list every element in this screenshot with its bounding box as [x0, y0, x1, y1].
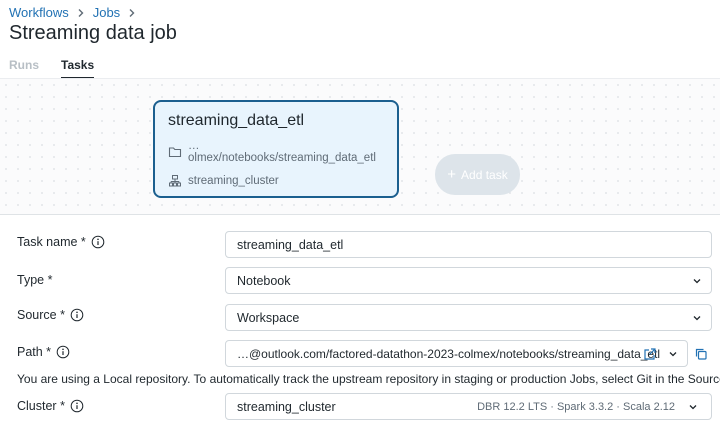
task-card-path: …olmex/notebooks/streaming_data_etl — [188, 140, 376, 164]
page-header: Workflows Jobs Streaming data job Runs T… — [0, 0, 720, 79]
task-name-label: Task name * — [17, 235, 105, 249]
external-link-icon[interactable] — [643, 347, 657, 361]
info-icon[interactable] — [70, 399, 84, 413]
source-label-text: Source * — [17, 308, 65, 322]
source-select[interactable]: Workspace — [225, 304, 712, 331]
breadcrumb-jobs[interactable]: Jobs — [93, 5, 120, 20]
task-name-input[interactable]: streaming_data_etl — [225, 231, 712, 258]
path-label-text: Path * — [17, 345, 52, 359]
task-card[interactable]: streaming_data_etl …olmex/notebooks/stre… — [153, 100, 399, 198]
task-card-path-row: …olmex/notebooks/streaming_data_etl — [168, 140, 384, 164]
copy-icon[interactable] — [694, 347, 708, 361]
breadcrumb: Workflows Jobs — [9, 5, 144, 20]
cluster-icon — [168, 174, 182, 188]
task-card-cluster-row: streaming_cluster — [168, 174, 384, 188]
type-label: Type * — [17, 273, 52, 287]
task-card-title: streaming_data_etl — [168, 112, 305, 129]
tab-tasks[interactable]: Tasks — [61, 58, 95, 79]
cluster-value: streaming_cluster — [237, 399, 336, 414]
chevron-right-icon — [125, 6, 139, 20]
chevron-down-icon — [691, 312, 703, 324]
task-form: Task name * streaming_data_etl Type * No… — [0, 216, 720, 426]
chevron-down-icon — [687, 401, 699, 413]
cluster-label: Cluster * — [17, 399, 84, 413]
tab-bar: Runs Tasks — [9, 58, 95, 79]
chevron-down-icon — [667, 348, 679, 360]
type-label-text: Type * — [17, 273, 53, 287]
path-select[interactable]: …@outlook.com/factored-datathon-2023-col… — [225, 340, 688, 367]
info-icon[interactable] — [91, 235, 105, 249]
cluster-select[interactable]: streaming_cluster DBR 12.2 LTS · Spark 3… — [225, 393, 712, 420]
info-icon[interactable] — [70, 308, 84, 322]
folder-icon — [168, 145, 182, 159]
tab-runs[interactable]: Runs — [9, 58, 39, 79]
local-repo-hint: You are using a Local repository. To aut… — [17, 372, 720, 386]
type-select[interactable]: Notebook — [225, 267, 712, 294]
add-task-button[interactable]: + Add task — [435, 154, 520, 195]
chevron-right-icon — [74, 6, 88, 20]
path-label: Path * — [17, 345, 70, 359]
type-value: Notebook — [237, 273, 291, 288]
task-dag-canvas[interactable]: streaming_data_etl …olmex/notebooks/stre… — [0, 78, 720, 215]
path-value: …@outlook.com/factored-datathon-2023-col… — [237, 346, 661, 361]
task-card-cluster: streaming_cluster — [188, 175, 279, 187]
cluster-label-text: Cluster * — [17, 399, 65, 413]
add-task-label: Add task — [461, 167, 508, 182]
breadcrumb-workflows[interactable]: Workflows — [9, 5, 69, 20]
chevron-down-icon — [691, 275, 703, 287]
source-value: Workspace — [237, 310, 300, 325]
task-name-value: streaming_data_etl — [237, 237, 344, 252]
source-label: Source * — [17, 308, 84, 322]
task-name-label-text: Task name * — [17, 235, 86, 249]
cluster-details: DBR 12.2 LTS · Spark 3.3.2 · Scala 2.12 — [477, 401, 675, 413]
info-icon[interactable] — [56, 345, 70, 359]
plus-icon: + — [447, 166, 457, 183]
page-title: Streaming data job — [9, 22, 177, 44]
